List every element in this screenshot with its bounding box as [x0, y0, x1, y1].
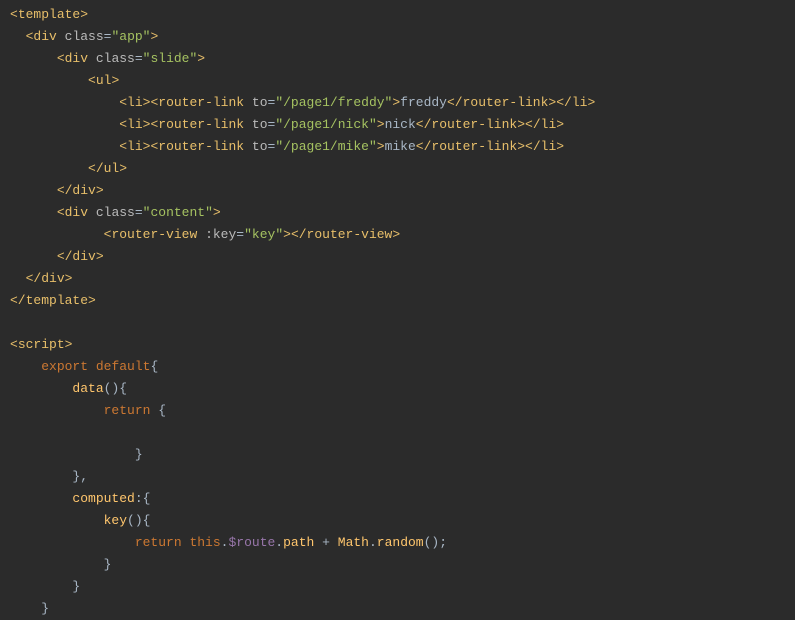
code-line: return this.$route.path + Math.random(); [0, 532, 795, 554]
code-line: <div class="content"> [0, 202, 795, 224]
code-line: }, [0, 466, 795, 488]
code-line: } [0, 598, 795, 620]
code-line: computed:{ [0, 488, 795, 510]
code-line: <ul> [0, 70, 795, 92]
code-line: <div class="slide"> [0, 48, 795, 70]
code-line: </div> [0, 246, 795, 268]
code-line: </div> [0, 180, 795, 202]
code-line: data(){ [0, 378, 795, 400]
code-line: return { [0, 400, 795, 422]
code-line: <script> [0, 334, 795, 356]
code-line: } [0, 576, 795, 598]
code-line [0, 422, 795, 444]
code-line: <li><router-link to="/page1/mike">mike</… [0, 136, 795, 158]
code-line: </template> [0, 290, 795, 312]
code-line: </div> [0, 268, 795, 290]
code-line [0, 312, 795, 334]
code-editor[interactable]: <template> <div class="app"> <div class=… [0, 4, 795, 620]
code-line: <router-view :key="key"></router-view> [0, 224, 795, 246]
code-line: } [0, 444, 795, 466]
code-line: key(){ [0, 510, 795, 532]
code-line: export default{ [0, 356, 795, 378]
code-line: <li><router-link to="/page1/nick">nick</… [0, 114, 795, 136]
code-line: </ul> [0, 158, 795, 180]
code-line: <li><router-link to="/page1/freddy">fred… [0, 92, 795, 114]
code-line: <div class="app"> [0, 26, 795, 48]
code-line: <template> [0, 4, 795, 26]
code-line: } [0, 554, 795, 576]
